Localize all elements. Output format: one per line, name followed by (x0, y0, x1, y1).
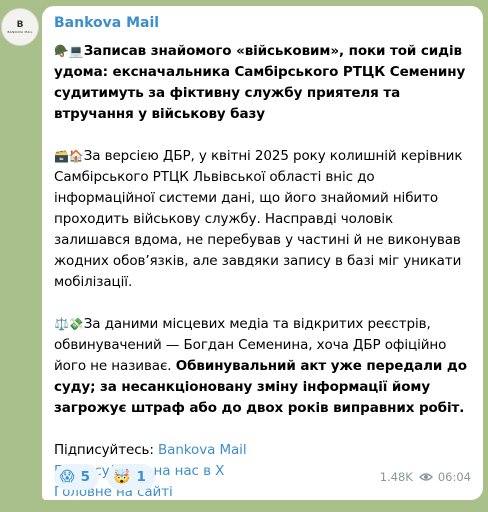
message-bubble: Bankova Mail 🪖💻Записав знайомого «військ… (42, 6, 483, 500)
scales-money-emoji: ⚖️💸 (54, 317, 84, 331)
paragraph-1: 🗃️🏠За версією ДБР, у квітні 2025 року ко… (54, 146, 471, 293)
helmet-laptop-emoji: 🪖💻 (54, 44, 84, 58)
channel-link[interactable]: Bankova Mail (158, 442, 247, 458)
avatar-caption: BANKOVA MAIL (7, 29, 33, 34)
paragraph-2: ⚖️💸За даними місцевих медіа та відкритих… (54, 314, 471, 419)
paragraph-1-text: За версією ДБР, у квітні 2025 року колиш… (54, 148, 463, 290)
subscribe-line: Підписуйтесь: Bankova Mail (54, 440, 471, 461)
cabinet-house-emoji: 🗃️🏠 (54, 149, 84, 163)
headline-text: Записав знайомого «військовим», поки той… (54, 43, 466, 122)
reaction-count: 5 (80, 469, 91, 485)
mind-blown-emoji: 🤯 (113, 469, 131, 485)
scream-emoji: 😱 (60, 469, 75, 485)
eye-icon (418, 473, 433, 481)
headline: 🪖💻Записав знайомого «військовим», поки т… (54, 41, 471, 125)
reaction-scream[interactable]: 😱 5 (54, 464, 100, 490)
message-footer: 😱 5 🤯 1 1.48K 06:04 (54, 464, 471, 490)
sender-name[interactable]: Bankova Mail (54, 14, 471, 32)
avatar-monogram: B (16, 19, 24, 30)
reaction-count: 1 (136, 469, 146, 485)
subscribe-label: Підписуйтесь: (54, 442, 159, 458)
reaction-mind-blown[interactable]: 🤯 1 (107, 464, 155, 490)
channel-avatar[interactable]: B BANKOVA MAIL (1, 8, 39, 46)
message-time: 06:04 (437, 470, 471, 484)
message-meta: 1.48K 06:04 (380, 470, 471, 484)
view-count: 1.48K (379, 470, 413, 484)
